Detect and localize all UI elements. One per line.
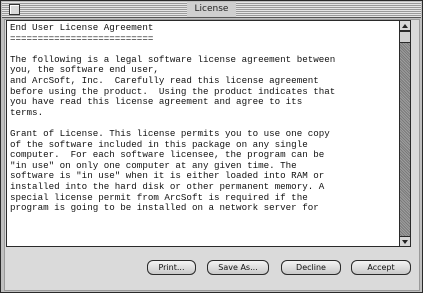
scroll-track[interactable] [400,31,410,236]
button-row: Print... Save As... Decline Accept [1,260,424,278]
close-box-icon[interactable] [9,4,20,15]
license-text: End User License Agreement =============… [10,22,336,214]
decline-button[interactable]: Decline [281,260,341,275]
scroll-down-arrow-icon[interactable] [400,236,410,246]
title-bar[interactable]: License [2,2,421,18]
print-button[interactable]: Print... [147,260,196,275]
license-window: License End User License Agreement =====… [0,0,423,293]
save-as-button[interactable]: Save As... [207,260,269,275]
window-title: License [186,2,237,17]
accept-button[interactable]: Accept [351,260,411,275]
license-text-area[interactable]: End User License Agreement =============… [6,20,411,247]
scroll-up-arrow-icon[interactable] [400,21,410,31]
scroll-thumb[interactable] [400,31,410,43]
vertical-scrollbar[interactable] [399,21,410,246]
